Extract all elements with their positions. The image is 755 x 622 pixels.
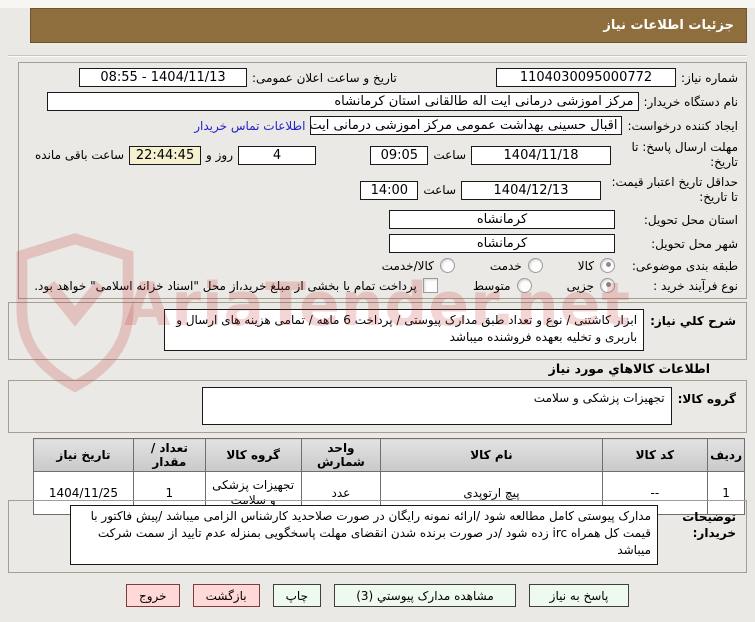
process-type-label: نوع فرآیند خرید : bbox=[653, 278, 738, 293]
radio-medium[interactable] bbox=[516, 278, 532, 293]
creator-label: ایجاد کننده درخواست: bbox=[627, 118, 738, 133]
row-delivery-city: شهر محل تحویل: کرمانشاه bbox=[27, 234, 738, 253]
announce-datetime-field[interactable]: 1404/11/13 - 08:55 bbox=[79, 68, 247, 87]
col-unit: واحد شمارش bbox=[300, 438, 382, 472]
price-validity-label: حداقل تاریخ اعتبار قیمت: تا تاریخ: bbox=[611, 175, 738, 204]
buyer-org-label: نام دستگاه خریدار: bbox=[643, 94, 739, 109]
delivery-city-field[interactable]: کرمانشاه bbox=[389, 234, 615, 253]
row-creator: ایجاد کننده درخواست: اقبال حسینی بهداشت … bbox=[27, 116, 738, 135]
option-medium: متوسط bbox=[473, 278, 532, 293]
deadline-group: مهلت ارسال پاسخ: تا تاریخ: 1404/11/18 سا… bbox=[370, 140, 738, 170]
need-details-page: جزئیات اطلاعات نیاز شماره نیاز: 11040300… bbox=[0, 0, 755, 622]
reply-to-need-button[interactable]: پاسخ به نیاز bbox=[528, 584, 629, 607]
goods-group-textarea[interactable]: تجهیزات پزشکی و سلامت bbox=[201, 387, 672, 425]
title-bar: جزئیات اطلاعات نیاز bbox=[30, 8, 747, 43]
treasury-checkbox[interactable] bbox=[422, 278, 438, 293]
need-number-group: شماره نیاز: 1104030095000772 bbox=[496, 68, 738, 87]
row-subject-class: طبقه بندی موضوعی: کالا خدمت کالا/خدمت bbox=[27, 258, 738, 273]
announce-datetime-label: تاریخ و ساعت اعلان عمومی: bbox=[252, 70, 397, 85]
row-need-number: شماره نیاز: 1104030095000772 تاریخ و ساع… bbox=[27, 68, 738, 87]
radio-goods[interactable] bbox=[600, 258, 615, 273]
remaining-label: ساعت باقی مانده bbox=[35, 148, 125, 162]
days-and-label: روز و bbox=[206, 148, 234, 162]
goods-group-box: گروه کالا: تجهیزات پزشکی و سلامت bbox=[8, 380, 747, 433]
option-service: خدمت bbox=[490, 258, 543, 273]
need-description-label: شرح کلي نیاز: bbox=[650, 314, 736, 328]
col-item-name: نام کالا bbox=[380, 438, 603, 472]
deadline-label: مهلت ارسال پاسخ: تا تاریخ: bbox=[631, 140, 738, 169]
row-process-type: نوع فرآیند خرید : جزیی متوسط پرداخت تمام… bbox=[27, 278, 738, 293]
buyer-notes-label: توضیحات خریدار: bbox=[682, 510, 736, 540]
radio-medium-label: متوسط bbox=[472, 278, 511, 293]
radio-goods-label: کالا bbox=[577, 258, 594, 273]
option-goods-service: کالا/خدمت bbox=[382, 258, 455, 273]
col-item-group: گروه کالا bbox=[204, 438, 302, 472]
radio-service[interactable] bbox=[527, 258, 543, 273]
radio-partial[interactable] bbox=[600, 278, 615, 293]
buyer-notes-box: توضیحات خریدار: مدارک پیوستی کامل مطالعه… bbox=[8, 500, 747, 573]
divider-line bbox=[8, 55, 747, 57]
subject-class-label: طبقه بندی موضوعی: bbox=[631, 258, 738, 273]
exit-button[interactable]: خروج bbox=[126, 584, 180, 607]
buyer-notes-textarea[interactable]: مدارک پیوستی کامل مطالعه شود /ارائه نمون… bbox=[70, 505, 658, 565]
row-deadline: مهلت ارسال پاسخ: تا تاریخ: 1404/11/18 سا… bbox=[27, 140, 738, 170]
row-delivery-province: استان محل تحویل: کرمانشاه bbox=[27, 210, 738, 229]
option-goods: کالا bbox=[578, 258, 615, 273]
option-treasury: پرداخت تمام یا بخشی از مبلغ خرید،از محل … bbox=[34, 278, 438, 293]
delivery-province-field[interactable]: کرمانشاه bbox=[389, 210, 615, 229]
deadline-time-field[interactable]: 09:05 bbox=[370, 145, 429, 165]
validity-time-field[interactable]: 14:00 bbox=[360, 180, 419, 200]
buyer-contact-link[interactable]: اطلاعات تماس خریدار bbox=[194, 119, 305, 133]
validity-hour-label: ساعت bbox=[423, 183, 456, 197]
view-attached-docs-button[interactable]: مشاهده مدارک پیوستي (3) bbox=[333, 584, 516, 607]
row-buyer-org: نام دستگاه خریدار: مرکز اموزشی درمانی ای… bbox=[27, 92, 738, 111]
days-left-field: 4 bbox=[238, 145, 317, 165]
radio-service-label: خدمت bbox=[489, 258, 522, 273]
treasury-note-label: پرداخت تمام یا بخشی از مبلغ خرید،از محل … bbox=[34, 278, 417, 293]
creator-field[interactable]: اقبال حسینی بهداشت عمومی مرکز اموزشی درم… bbox=[310, 116, 623, 135]
delivery-province-label: استان محل تحویل: bbox=[643, 212, 738, 227]
buyer-org-field[interactable]: مرکز اموزشی درمانی ایت اله طالقانی استان… bbox=[47, 92, 639, 111]
col-item-code: کد کالا bbox=[601, 438, 709, 472]
validity-date-field[interactable]: 1404/12/13 bbox=[461, 180, 601, 200]
need-description-box: شرح کلي نیاز: ابزار کاشتنی / نوع و تعداد… bbox=[8, 302, 747, 360]
deadline-hour-label: ساعت bbox=[433, 148, 466, 162]
goods-info-title: اطلاعات کالاهاي مورد نیاز bbox=[548, 361, 710, 376]
need-number-label: شماره نیاز: bbox=[681, 70, 738, 85]
need-number-field[interactable]: 1104030095000772 bbox=[496, 68, 676, 87]
option-partial: جزیی bbox=[567, 278, 615, 293]
delivery-city-label: شهر محل تحویل: bbox=[651, 236, 738, 251]
row-price-validity: حداقل تاریخ اعتبار قیمت: تا تاریخ: 1404/… bbox=[27, 175, 738, 205]
top-strip bbox=[0, 0, 755, 8]
need-description-textarea[interactable]: ابزار کاشتنی / نوع و تعداد طبق مدارک پیو… bbox=[164, 309, 645, 351]
col-need-date: تاریخ نیاز bbox=[33, 438, 134, 472]
radio-partial-label: جزیی bbox=[566, 278, 594, 293]
radio-goods-service[interactable] bbox=[439, 258, 455, 273]
radio-goods-service-label: کالا/خدمت bbox=[381, 258, 434, 273]
print-button[interactable]: چاپ bbox=[272, 584, 321, 607]
goods-group-label: گروه کالا: bbox=[677, 392, 736, 406]
announce-group: تاریخ و ساعت اعلان عمومی: 1404/11/13 - 0… bbox=[79, 68, 397, 87]
col-row-index: ردیف bbox=[707, 438, 745, 472]
col-quantity: تعداد / مقدار bbox=[132, 438, 206, 472]
need-info-panel: شماره نیاز: 1104030095000772 تاریخ و ساع… bbox=[18, 62, 747, 299]
remaining-group: 4 روز و 22:44:45 ساعت باقی مانده bbox=[35, 145, 317, 165]
back-button[interactable]: بازگشت bbox=[192, 584, 260, 607]
page-title: جزئیات اطلاعات نیاز bbox=[603, 18, 734, 33]
table-header-row: ردیف کد کالا نام کالا واحد شمارش گروه کا… bbox=[33, 438, 745, 472]
buttons-row: پاسخ به نیاز مشاهده مدارک پیوستي (3) چاپ… bbox=[0, 584, 755, 607]
deadline-date-field[interactable]: 1404/11/18 bbox=[471, 145, 611, 165]
time-left-field: 22:44:45 bbox=[129, 145, 202, 165]
